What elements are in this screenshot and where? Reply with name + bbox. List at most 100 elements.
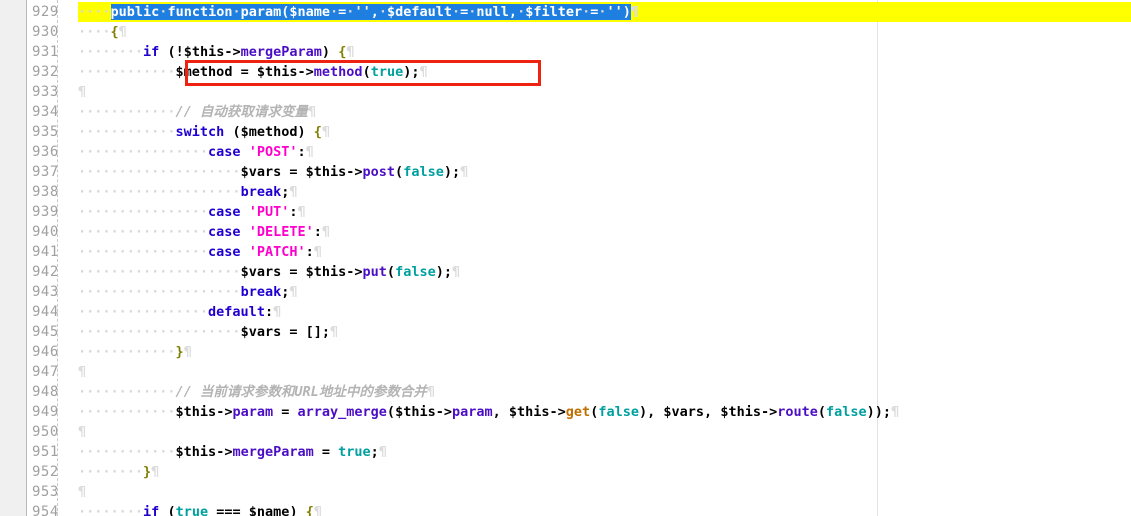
whitespace-dots: ····	[78, 24, 111, 40]
code-line[interactable]: ····················$vars = $this->put(f…	[78, 262, 1131, 282]
code-token: )	[321, 44, 331, 60]
line-number[interactable]: 931	[28, 42, 72, 62]
code-token: =	[289, 324, 298, 340]
code-token: ->	[435, 404, 452, 420]
line-number[interactable]: 950	[28, 422, 72, 442]
code-token: }	[175, 344, 184, 360]
line-number[interactable]: 940	[28, 222, 72, 242]
line-number[interactable]: 936	[28, 142, 72, 162]
code-line[interactable]: ············switch ($method) {¶	[78, 122, 1131, 142]
code-token: $method	[240, 124, 298, 140]
line-number[interactable]: 949	[28, 402, 72, 422]
code-token: (	[167, 504, 176, 516]
line-number[interactable]: 952	[28, 462, 72, 482]
whitespace-dots: ················	[78, 224, 209, 240]
line-number[interactable]: 929	[28, 2, 72, 22]
code-line[interactable]: ············$this->param = array_merge($…	[78, 402, 1131, 422]
code-token: case	[208, 224, 241, 240]
code-line[interactable]: ················case 'PATCH':¶	[78, 242, 1131, 262]
whitespace-dots: ····················	[78, 184, 241, 200]
code-token: if	[143, 44, 160, 60]
code-token: $this	[720, 404, 761, 420]
code-token: =	[321, 444, 331, 460]
line-number[interactable]: 946	[28, 342, 72, 362]
code-token: case	[208, 204, 241, 220]
line-number[interactable]: 939	[28, 202, 72, 222]
code-token: ,	[492, 404, 501, 420]
whitespace-dots: ·	[346, 4, 355, 20]
code-line[interactable]: ¶	[78, 482, 1131, 502]
code-line[interactable]: ············$this->mergeParam = true;¶	[78, 442, 1131, 462]
whitespace-dots: ················	[78, 304, 209, 320]
code-token: 'PATCH'	[248, 244, 306, 260]
code-token: ;	[370, 444, 379, 460]
whitespace-dots: ····················	[78, 324, 241, 340]
whitespace-dots: ·	[159, 4, 168, 20]
code-token: 'DELETE'	[248, 224, 314, 240]
line-number[interactable]: 954	[28, 502, 72, 516]
line-number[interactable]: 944	[28, 302, 72, 322]
line-number[interactable]: 937	[28, 162, 72, 182]
code-token: ,	[647, 404, 656, 420]
line-number[interactable]: 951	[28, 442, 72, 462]
code-token: =	[232, 504, 241, 516]
whitespace-dots: ····	[78, 4, 111, 20]
line-number[interactable]: 935	[28, 122, 72, 142]
line-number[interactable]: 930	[28, 22, 72, 42]
whitespace-dots: ·	[468, 4, 477, 20]
code-line[interactable]: ····················$vars = $this->post(…	[78, 162, 1131, 182]
whitespace-dots: ············	[78, 344, 176, 360]
paragraph-mark-icon: ¶	[289, 284, 298, 300]
code-line[interactable]: ················case 'POST':¶	[78, 142, 1131, 162]
code-token: (	[386, 264, 396, 280]
code-line[interactable]: ¶	[78, 362, 1131, 382]
whitespace-dots: ············	[78, 64, 176, 80]
line-number[interactable]: 947	[28, 362, 72, 382]
code-editor[interactable]: 929 930 931 932 933 934 935 936 937 938 939 940 941 9…	[0, 0, 1131, 516]
code-token: =	[224, 504, 233, 516]
line-number[interactable]: 945	[28, 322, 72, 342]
whitespace-dots: ·	[598, 4, 607, 20]
code-token: ->	[760, 404, 778, 420]
line-number-gutter[interactable]: 929 930 931 932 933 934 935 936 937 938 939 940 941 9…	[28, 0, 78, 516]
code-token: $this	[305, 164, 347, 180]
code-line[interactable]: ····{¶	[78, 22, 1131, 42]
line-number[interactable]: 932	[28, 62, 72, 82]
paragraph-mark-icon: ¶	[273, 304, 282, 320]
code-line[interactable]: ········if (true === $name) {¶	[78, 502, 1131, 516]
code-token: $vars	[240, 324, 282, 340]
code-line[interactable]: ····················break;¶	[78, 182, 1131, 202]
code-line[interactable]: ····public·function·param($name·=·'',·$d…	[78, 2, 1131, 22]
code-line[interactable]: ····················break;¶	[78, 282, 1131, 302]
paragraph-mark-icon: ¶	[289, 184, 298, 200]
code-line[interactable]: ············$method = $this->method(true…	[78, 62, 1131, 82]
whitespace-dots: ····················	[78, 264, 241, 280]
code-line[interactable]: ················default:¶	[78, 302, 1131, 322]
code-token: ;	[443, 264, 452, 280]
code-line[interactable]: ········if (!$this->mergeParam) {¶	[78, 42, 1131, 62]
whitespace-dots: ·	[517, 4, 526, 20]
code-token: array_merge	[297, 404, 387, 420]
code-token: mergeParam	[232, 444, 314, 460]
line-number[interactable]: 941	[28, 242, 72, 262]
code-line[interactable]: ················case 'DELETE':¶	[78, 222, 1131, 242]
line-number[interactable]: 942	[28, 262, 72, 282]
line-number[interactable]: 934	[28, 102, 72, 122]
code-line[interactable]: ············}¶	[78, 342, 1131, 362]
selected-code[interactable]: public·function·param($name·=·'',·$defau…	[110, 4, 631, 20]
code-token: :	[313, 224, 322, 240]
code-line[interactable]: ············// 自动获取请求变量¶	[78, 102, 1131, 122]
line-number[interactable]: 938	[28, 182, 72, 202]
code-line[interactable]: ¶	[78, 82, 1131, 102]
code-line[interactable]: ¶	[78, 422, 1131, 442]
line-number[interactable]: 933	[28, 82, 72, 102]
code-line[interactable]: ····················$vars = [];¶	[78, 322, 1131, 342]
line-number[interactable]: 943	[28, 282, 72, 302]
whitespace-dots: ·	[232, 4, 241, 20]
code-line[interactable]: ············// 当前请求参数和URL地址中的参数合并¶	[78, 382, 1131, 402]
line-number[interactable]: 948	[28, 382, 72, 402]
code-line[interactable]: ················case 'PUT':¶	[78, 202, 1131, 222]
code-line[interactable]: ········}¶	[78, 462, 1131, 482]
line-number[interactable]: 953	[28, 482, 72, 502]
code-content-area[interactable]: ····public·function·param($name·=·'',·$d…	[78, 0, 1131, 516]
